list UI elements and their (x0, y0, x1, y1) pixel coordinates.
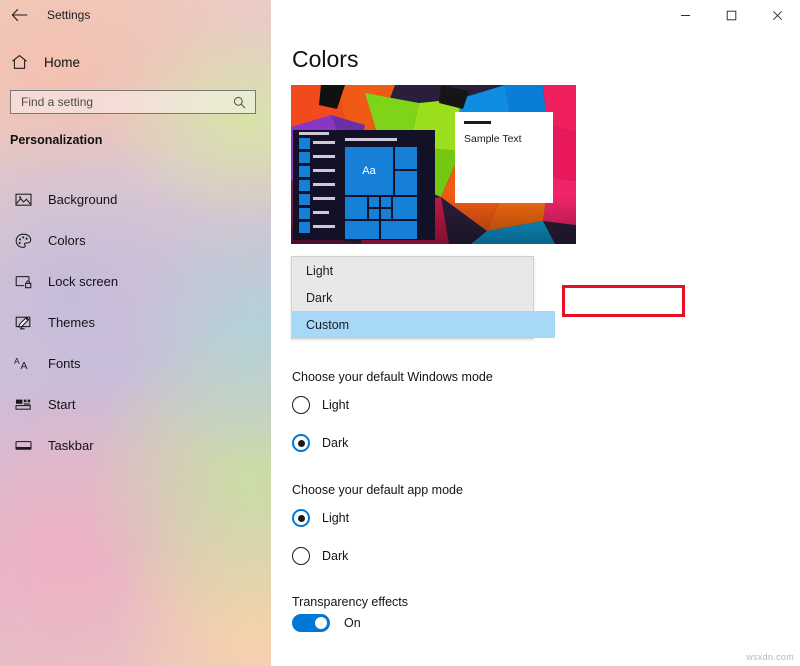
sample-window-titlebar (464, 121, 491, 124)
radio-windows-light-label: Light (322, 398, 350, 412)
window-controls (662, 0, 800, 30)
sidebar-item-taskbar[interactable]: Taskbar (0, 425, 271, 466)
radio-windows-dark[interactable] (292, 434, 310, 452)
sidebar-item-themes[interactable]: Themes (0, 302, 271, 343)
radio-app-light[interactable] (292, 509, 310, 527)
close-icon (772, 10, 782, 20)
sidebar: Settings Home Find a setting Personaliza… (0, 0, 271, 666)
svg-text:A: A (14, 356, 20, 366)
transparency-toggle-state: On (344, 616, 361, 630)
settings-window-title: Settings (47, 8, 91, 22)
start-menu-preview: Aa (293, 130, 435, 240)
radio-app-dark-label: Dark (322, 549, 349, 563)
sidebar-item-fonts[interactable]: A A Fonts (0, 343, 271, 384)
main-content: Colors Aa Sample Text Light Dark Custom … (271, 0, 800, 666)
page-title: Colors (292, 46, 359, 72)
colors-preview: Aa Sample Text (291, 85, 576, 244)
toggle-knob (315, 617, 327, 629)
titlebar-left: Settings (0, 0, 271, 30)
palette-icon (12, 230, 34, 252)
annotation-highlight-box (562, 285, 685, 317)
svg-text:A: A (20, 360, 27, 371)
sidebar-section-header: Personalization (10, 133, 103, 147)
sample-window-text: Sample Text (464, 133, 522, 145)
sidebar-nav-list: Background Colors Lock screen Themes A A… (0, 179, 271, 466)
sidebar-item-home-label: Home (44, 54, 81, 70)
taskbar-icon (12, 435, 34, 457)
sample-window-preview: Sample Text (455, 112, 553, 203)
transparency-toggle-row[interactable]: On (292, 614, 361, 632)
close-button[interactable] (754, 0, 800, 30)
sidebar-item-fonts-label: Fonts (48, 356, 81, 371)
back-arrow-icon (11, 8, 27, 22)
sidebar-item-themes-label: Themes (48, 315, 95, 330)
radio-app-dark[interactable] (292, 547, 310, 565)
transparency-toggle[interactable] (292, 614, 330, 632)
sidebar-item-taskbar-label: Taskbar (48, 438, 94, 453)
back-button[interactable] (0, 0, 38, 30)
windows-mode-label: Choose your default Windows mode (292, 370, 493, 384)
app-mode-option-light[interactable]: Light (292, 509, 349, 527)
sidebar-item-colors-label: Colors (48, 233, 86, 248)
windows-mode-option-light[interactable]: Light (292, 396, 349, 414)
start-menu-left-column (299, 132, 337, 240)
search-input[interactable]: Find a setting (10, 90, 256, 114)
themes-brush-icon (12, 312, 34, 334)
sidebar-item-colors[interactable]: Colors (0, 220, 271, 261)
sidebar-item-background-label: Background (48, 192, 118, 207)
sidebar-item-start[interactable]: Start (0, 384, 271, 425)
search-input-placeholder: Find a setting (21, 95, 94, 109)
minimize-icon (680, 14, 690, 16)
radio-windows-dark-label: Dark (322, 436, 349, 450)
sidebar-item-home[interactable]: Home (0, 48, 271, 76)
image-icon (12, 189, 34, 211)
dropdown-option-light[interactable]: Light (292, 257, 533, 284)
sidebar-item-background[interactable]: Background (0, 179, 271, 220)
app-mode-label: Choose your default app mode (292, 483, 463, 497)
maximize-button[interactable] (708, 0, 754, 30)
start-tile-aa: Aa (345, 147, 393, 195)
watermark: wsxdn.com (746, 652, 794, 662)
transparency-label: Transparency effects (292, 595, 409, 609)
fonts-aa-icon: A A (12, 353, 34, 375)
home-icon (0, 54, 38, 70)
sidebar-item-lock-screen[interactable]: Lock screen (0, 261, 271, 302)
sidebar-item-lock-screen-label: Lock screen (48, 274, 119, 289)
accent-mode-dropdown-list[interactable]: Light Dark Custom (291, 256, 555, 339)
radio-app-light-label: Light (322, 511, 350, 525)
start-tiles-icon (12, 394, 34, 416)
dropdown-option-dark[interactable]: Dark (292, 284, 533, 311)
search-icon (233, 96, 255, 109)
windows-mode-option-dark[interactable]: Dark (292, 434, 348, 452)
radio-windows-light[interactable] (292, 396, 310, 414)
lock-screen-icon (12, 271, 34, 293)
maximize-icon (726, 10, 736, 20)
start-tile-aa-label: Aa (362, 165, 376, 177)
minimize-button[interactable] (662, 0, 708, 30)
dropdown-option-custom[interactable]: Custom (292, 311, 555, 338)
sidebar-item-start-label: Start (48, 397, 76, 412)
app-mode-option-dark[interactable]: Dark (292, 547, 348, 565)
